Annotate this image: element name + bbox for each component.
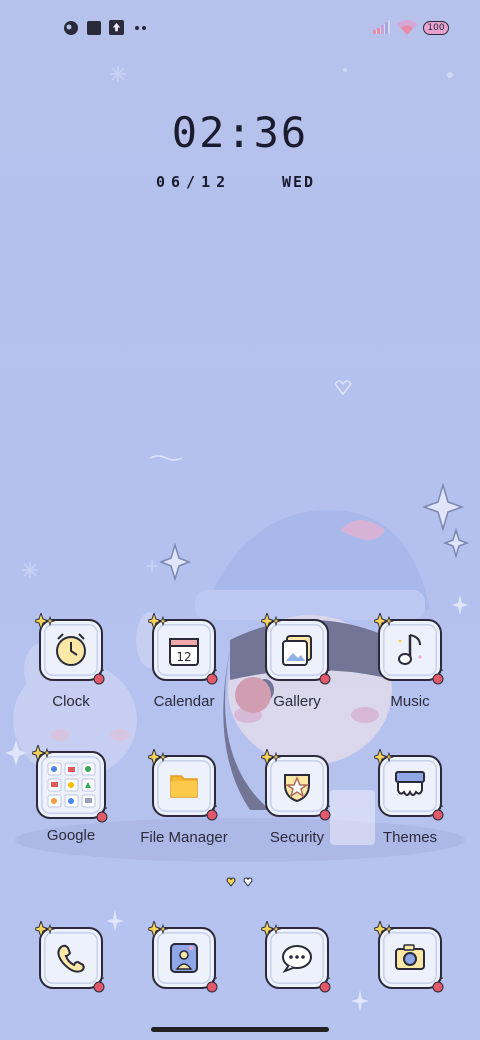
battery-icon: 100 — [423, 21, 449, 35]
cherry-icon — [319, 669, 331, 685]
sparkle-icon — [261, 921, 282, 939]
sparkle-icon — [148, 613, 169, 631]
cherry-icon — [206, 805, 218, 821]
app-label: File Manager — [140, 829, 228, 846]
app-tile — [35, 921, 105, 993]
wifi-icon — [397, 20, 417, 35]
app-label: Gallery — [273, 693, 321, 710]
app-tile — [261, 749, 331, 821]
page-dot-active — [226, 877, 236, 887]
page-indicator[interactable] — [226, 877, 254, 887]
app-tile — [261, 613, 331, 685]
clock-widget[interactable]: 02:36 — [0, 108, 480, 157]
clock-time: 02:36 — [171, 108, 309, 157]
sparkle-icon — [261, 613, 282, 631]
cherry-icon — [206, 977, 218, 993]
sparkle-icon — [261, 749, 282, 767]
sparkle-icon — [374, 749, 395, 767]
cherry-icon — [432, 669, 444, 685]
cherry-icon — [93, 669, 105, 685]
app-label: Themes — [382, 829, 438, 846]
sparkle-icon — [35, 613, 56, 631]
cherry-icon — [319, 977, 331, 993]
sparkle-icon — [148, 749, 169, 767]
upload-icon — [109, 20, 124, 35]
square-icon — [87, 21, 101, 35]
app-music[interactable]: Music — [355, 613, 465, 710]
cherry-icon — [432, 805, 444, 821]
app-gallery[interactable]: Gallery — [242, 613, 352, 710]
sparkle-icon — [374, 921, 395, 939]
battery-level: 100 — [427, 23, 445, 33]
app-calendar[interactable]: 12 Calendar — [129, 613, 239, 710]
app-tile — [35, 613, 105, 685]
cherry-icon — [319, 805, 331, 821]
app-label: Google — [46, 827, 96, 844]
cherry-icon — [206, 669, 218, 685]
app-label: Calendar — [153, 693, 215, 710]
dock-messages[interactable] — [242, 921, 352, 993]
dock-phone[interactable] — [16, 921, 126, 993]
app-label: Music — [390, 693, 430, 710]
cherry-icon — [93, 977, 105, 993]
home-gesture-bar[interactable] — [151, 1027, 329, 1032]
app-tile — [261, 921, 331, 993]
signal-icon — [372, 20, 390, 34]
sparkle-icon — [374, 613, 395, 631]
app-security[interactable]: Security — [242, 749, 352, 846]
app-google-folder[interactable]: Google — [16, 745, 126, 844]
cherry-icon — [432, 977, 444, 993]
more-dots-icon — [135, 26, 146, 30]
sparkle-icon — [148, 921, 169, 939]
app-tile — [374, 749, 444, 821]
clock-weekday: WED — [282, 173, 316, 191]
app-tile — [374, 921, 444, 993]
app-tile — [148, 749, 218, 821]
app-label: Security — [269, 829, 325, 846]
app-label: Clock — [52, 693, 90, 710]
sparkle-icon — [35, 921, 56, 939]
theme-icon — [64, 21, 78, 35]
sparkle-icon — [32, 745, 53, 763]
app-tile — [148, 921, 218, 993]
page-dot — [243, 877, 253, 887]
calendar-day: 12 — [176, 650, 191, 664]
clock-date: 06/12 — [156, 173, 232, 191]
app-themes[interactable]: Themes — [355, 749, 465, 846]
app-tile: 12 — [148, 613, 218, 685]
status-bar: 100 — [0, 0, 480, 56]
app-file-manager[interactable]: File Manager — [129, 749, 239, 846]
app-tile — [32, 745, 108, 823]
dock-contacts[interactable] — [129, 921, 239, 993]
dock-camera[interactable] — [355, 921, 465, 993]
app-clock[interactable]: Clock — [16, 613, 126, 710]
app-tile — [374, 613, 444, 685]
cherry-icon — [96, 807, 108, 823]
